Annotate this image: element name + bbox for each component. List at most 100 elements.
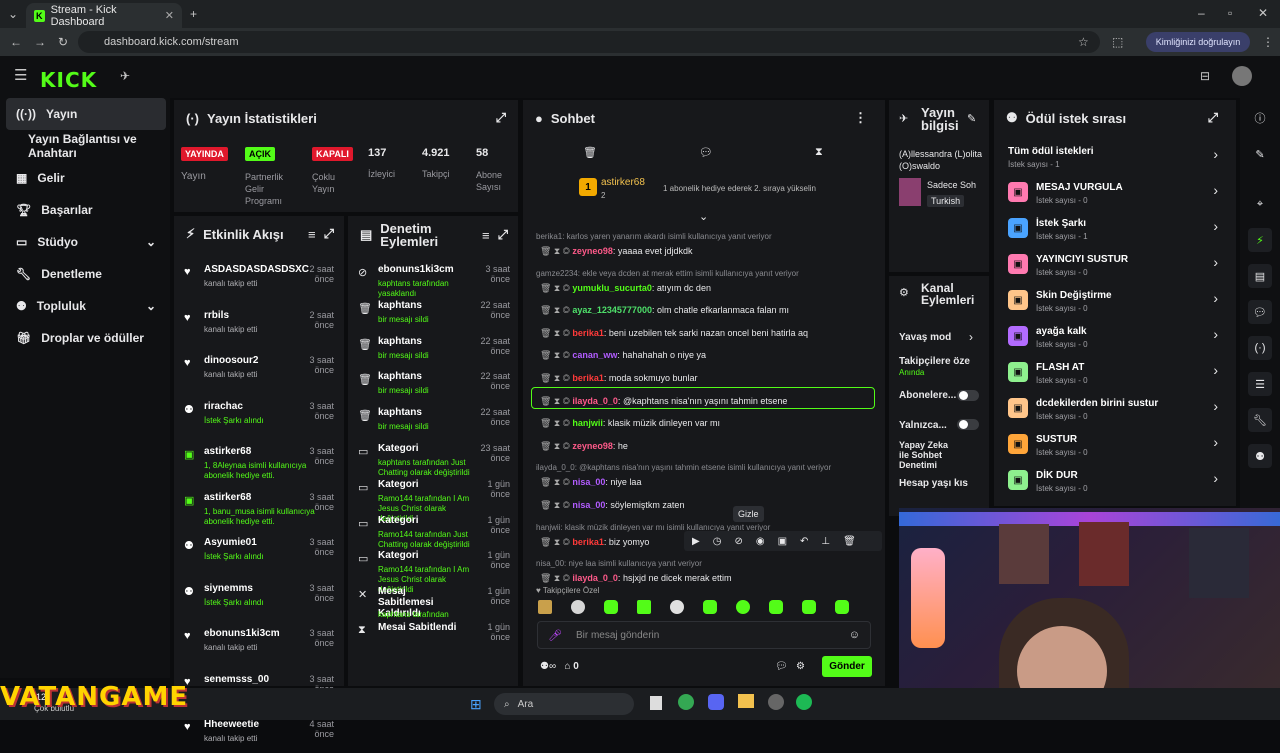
- popout-icon[interactable]: ⤢: [498, 227, 508, 243]
- filter-icon[interactable]: ≡: [482, 228, 490, 243]
- mod-tools-icon[interactable]: 🗑︎ ⧗ ◎: [540, 350, 572, 360]
- forward-icon[interactable]: →: [34, 36, 46, 48]
- chat-message[interactable]: 🗑︎ ⧗ ◎ canan_ww: hahahahah o niye ya: [540, 350, 706, 361]
- activity-row[interactable]: ⚉ Asyumie01 İstek Şarkı alındı 3 saat önce: [180, 535, 340, 571]
- sidebar-item-studyo[interactable]: ▭ Stüdyo ⌄: [6, 226, 166, 258]
- moderation-row[interactable]: 🗑︎ kaphtans bir mesajı sildi 22 saat önce: [354, 405, 516, 441]
- chat-message[interactable]: 🗑︎ ⧗ ◎ hanjwii: klasik müzik dinleyen va…: [540, 418, 720, 429]
- emoji-icon[interactable]: ☺: [849, 629, 860, 641]
- pinned-gifter-name[interactable]: astirker68: [601, 177, 645, 188]
- windows-start-icon[interactable]: ⊞: [470, 696, 482, 713]
- slow-mode-label[interactable]: Yavaş mod: [899, 332, 951, 343]
- hamburger-menu-icon[interactable]: ☰: [14, 68, 27, 83]
- activity-row[interactable]: ▣ astirker68 1, banu_musa isimli kullanıcı…: [180, 490, 340, 526]
- reward-item[interactable]: ▣ Skin Değiştirme İstek sayısı - 0 ›: [1006, 286, 1226, 318]
- moderation-row[interactable]: ⧗ Mesai Sabitlendi 1 gün önce: [354, 620, 516, 656]
- bolt-icon[interactable]: ⚡︎: [1248, 228, 1272, 252]
- moderation-row[interactable]: 🗑︎ kaphtans bir mesajı sildi 22 saat önce: [354, 334, 516, 370]
- minimize-icon[interactable]: –: [1198, 7, 1205, 19]
- clipboard-icon[interactable]: ▤: [1248, 264, 1272, 288]
- account-age-label[interactable]: Hesap yaşı kıs: [899, 478, 968, 489]
- followers-mode-label[interactable]: Takipçilere öze: [899, 356, 970, 367]
- filter-icon[interactable]: ≡: [308, 227, 316, 242]
- reward-item[interactable]: ▣ MESAJ VURGULA İstek sayısı - 0 ›: [1006, 178, 1226, 210]
- mod-tools-icon[interactable]: 🗑︎ ⧗ ◎: [540, 328, 572, 338]
- maximize-icon[interactable]: ▫: [1228, 7, 1232, 19]
- chrome-icon[interactable]: [678, 694, 694, 710]
- info-icon[interactable]: ⓘ: [1248, 106, 1272, 130]
- mod-tools-icon[interactable]: 🗑︎ ⧗ ◎: [540, 441, 572, 451]
- sidebar-item-topluluk[interactable]: ⚉ Topluluk ⌄: [6, 290, 166, 322]
- activity-row[interactable]: ♥ ebonuns1ki3cm kanalı takip etti 3 saat ön…: [180, 626, 340, 662]
- copy-icon[interactable]: ▣: [778, 536, 787, 547]
- pin-icon[interactable]: ⊥: [821, 536, 830, 547]
- emote-icon[interactable]: [736, 600, 750, 614]
- edit-icon[interactable]: ✎: [1248, 142, 1272, 166]
- trash-icon[interactable]: 🗑︎: [583, 146, 597, 159]
- folder-icon[interactable]: [738, 694, 754, 708]
- sidebar-item-basarilar[interactable]: 🏆︎ Başarılar: [6, 194, 166, 226]
- chat-message[interactable]: 🗑︎ ⧗ ◎ yumuklu_sucurta0: atıyım dc den: [540, 283, 711, 294]
- timeout-icon[interactable]: ◷: [713, 536, 722, 547]
- close-window-icon[interactable]: ✕: [1258, 7, 1268, 19]
- chat-input[interactable]: 🎤︎ Bir mesaj gönderin ☺: [537, 621, 871, 649]
- tab-list-icon[interactable]: ⌄: [8, 8, 18, 20]
- store-icon[interactable]: ⌂: [564, 661, 570, 672]
- emote-icon[interactable]: [637, 600, 651, 614]
- sidebar-item-droplar[interactable]: 🎁︎ Droplar ve ödüller: [6, 322, 166, 354]
- chat-message[interactable]: 🗑︎ ⧗ ◎ berika1: biz yomyo: [540, 537, 649, 548]
- mod-tools-icon[interactable]: 🗑︎ ⧗ ◎: [540, 373, 572, 383]
- reload-icon[interactable]: ↻: [58, 36, 68, 48]
- discord-icon[interactable]: [708, 694, 724, 710]
- mod-tools-icon[interactable]: 🗑︎ ⧗ ◎: [540, 477, 572, 487]
- layout-icon[interactable]: ⊟: [1200, 70, 1210, 82]
- reward-item[interactable]: ▣ ayağa kalk İstek sayısı - 0 ›: [1006, 322, 1226, 354]
- chat-username[interactable]: nisa_00: [572, 500, 605, 510]
- edit-icon[interactable]: ✎: [967, 112, 976, 125]
- bookmark-star-icon[interactable]: ☆: [1078, 36, 1089, 48]
- chat-username[interactable]: yumuklu_sucurta0: [572, 283, 652, 293]
- mod-tools-icon[interactable]: 🗑︎ ⧗ ◎: [540, 537, 572, 547]
- emote-icon[interactable]: [571, 600, 585, 614]
- collapse-chevron-icon[interactable]: ⌄: [699, 210, 708, 223]
- undo-icon[interactable]: ↶: [800, 536, 808, 547]
- sidebar-item-stream-key[interactable]: Yayın Bağlantısı ve Anahtarı: [18, 130, 178, 162]
- mod-tools-icon[interactable]: 🗑︎ ⧗ ◎: [540, 418, 572, 428]
- activity-row[interactable]: ⚉ siynemms İstek Şarkı alındı 3 saat önce: [180, 581, 340, 617]
- moderation-row[interactable]: 🗑︎ kaphtans bir mesajı sildi 22 saat önce: [354, 369, 516, 405]
- spotify-icon[interactable]: [796, 694, 812, 710]
- activity-row[interactable]: ♥ Hheeweetie kanalı takip etti 4 saat önce: [180, 717, 340, 753]
- task-view-icon[interactable]: [650, 696, 662, 710]
- chat-message[interactable]: 🗑︎ ⧗ ◎ berika1: beni uzebilen tek sarki …: [540, 328, 808, 339]
- sidebar-item-denetleme[interactable]: 🔧︎ Denetleme: [6, 258, 166, 290]
- activity-row[interactable]: ⚉ rirachac İstek Şarkı alındı 3 saat önce: [180, 399, 340, 435]
- sidebar-item-gelir[interactable]: ▦ Gelir: [6, 162, 166, 194]
- chat-username[interactable]: berika1: [572, 373, 604, 383]
- chat-username[interactable]: zeyneo98: [572, 441, 613, 451]
- chat-bubble-icon[interactable]: 💬︎: [699, 146, 713, 159]
- emote-icon[interactable]: [538, 600, 552, 614]
- popout-icon[interactable]: ⤢: [324, 226, 334, 242]
- back-icon[interactable]: ←: [10, 36, 22, 48]
- chat-username[interactable]: berika1: [572, 537, 604, 547]
- reward-item[interactable]: ▣ FLASH AT İstek sayısı - 0 ›: [1006, 358, 1226, 390]
- emote-icon[interactable]: [802, 600, 816, 614]
- scan-icon[interactable]: ⌖: [1248, 192, 1272, 216]
- mod-tools-icon[interactable]: 🗑︎ ⧗ ◎: [540, 305, 572, 315]
- kick-logo[interactable]: KICK: [40, 68, 97, 92]
- send-button[interactable]: Gönder: [822, 656, 872, 677]
- emote-icon[interactable]: [670, 600, 684, 614]
- popout-icon[interactable]: ⤢: [496, 110, 506, 126]
- pin-tool-icon[interactable]: ✈: [120, 70, 130, 82]
- community-icon[interactable]: ⚉: [1248, 444, 1272, 468]
- activity-row[interactable]: ♥ rrbils kanalı takip etti 2 saat önce: [180, 308, 340, 344]
- chat-username[interactable]: ayaz_12345777000: [572, 305, 652, 315]
- moderation-row[interactable]: ✕ Mesaj Sabitlemesi Kaldırıldı kaphtans ta…: [354, 584, 516, 620]
- chat-menu-icon[interactable]: ⋮: [854, 110, 867, 126]
- moderation-row[interactable]: ▭ Kategori Ramo144 tarafından Just Chattin…: [354, 513, 516, 549]
- mod-tools-icon[interactable]: 🗑︎ ⧗ ◎: [540, 246, 572, 256]
- chat-bubble-icon[interactable]: 💬︎: [775, 661, 788, 672]
- chat-username[interactable]: berika1: [572, 328, 604, 338]
- user-avatar[interactable]: [1232, 66, 1252, 86]
- chat-message[interactable]: 🗑︎ ⧗ ◎ nisa_00: niye laa: [540, 477, 641, 488]
